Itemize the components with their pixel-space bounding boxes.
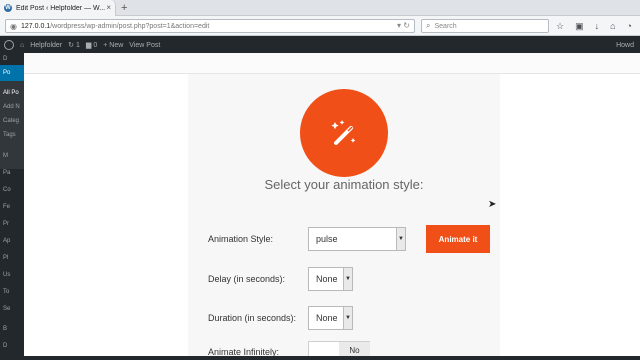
chat-icon[interactable]: ◔	[627, 20, 632, 32]
overlay-header-strip	[24, 53, 640, 74]
sidebar-item-users[interactable]: Us	[3, 272, 10, 278]
address-bar[interactable]: ◉ 127.0.0.1/wordpress/wp-admin/post.php?…	[5, 19, 415, 33]
sidebar-item-media[interactable]: M	[3, 153, 8, 159]
sidebar-item-plugins[interactable]: Pl	[3, 255, 8, 261]
delay-value: None	[316, 274, 338, 284]
browser-tab-bar: W Edit Post ‹ Helpfolder — W... × +	[0, 0, 640, 16]
animation-style-value: pulse	[316, 234, 338, 244]
search-field[interactable]: ⌕ Search	[421, 19, 549, 33]
magic-wand-icon	[331, 120, 356, 145]
delay-select[interactable]: None ▼	[308, 267, 353, 291]
sidebar-item-dashboard[interactable]: D	[3, 56, 7, 62]
duration-select[interactable]: None ▼	[308, 306, 353, 330]
updates-count: 1	[76, 41, 80, 49]
view-post-link[interactable]: View Post	[129, 42, 160, 49]
download-icon[interactable]: ↓	[595, 20, 600, 32]
sidebar-item-posts[interactable]: Po	[3, 70, 10, 76]
home-icon: ⌂	[20, 41, 25, 49]
mouse-cursor-icon: ➤	[488, 199, 497, 210]
sidebar-item-add-new[interactable]: Add N	[3, 104, 20, 110]
chevron-down-icon: ▼	[343, 268, 352, 290]
animation-style-label: Animation Style:	[208, 234, 274, 244]
browser-toolbar: ☆ ▣ ↓ ⌂ ◔ ≡	[556, 20, 640, 32]
howdy-user-menu[interactable]: Howd	[616, 42, 634, 49]
search-icon: ⌕	[426, 21, 431, 30]
updates-icon[interactable]: ↻	[68, 41, 74, 49]
site-name-link[interactable]: Helpfolder	[30, 42, 62, 49]
tab-close-icon[interactable]: ×	[106, 3, 111, 12]
home-icon[interactable]: ⌂	[610, 20, 615, 32]
sidebar-item-b[interactable]: B	[3, 326, 7, 332]
sidebar-item-tags[interactable]: Tags	[3, 132, 16, 138]
browser-tab[interactable]: W Edit Post ‹ Helpfolder — W... ×	[0, 0, 116, 16]
wordpress-logo-icon[interactable]	[4, 40, 14, 50]
chevron-down-icon: ▼	[343, 307, 352, 329]
search-placeholder: Search	[434, 22, 457, 30]
tab-title: Edit Post ‹ Helpfolder — W...	[16, 4, 106, 12]
browser-nav-bar: ◉ 127.0.0.1/wordpress/wp-admin/post.php?…	[0, 16, 640, 36]
duration-value: None	[316, 313, 338, 323]
sidebar-item-tools[interactable]: To	[3, 289, 9, 295]
reload-icon[interactable]: ▾ ↻	[397, 21, 410, 30]
sidebar-item-feedback[interactable]: Fe	[3, 204, 10, 210]
animation-style-select[interactable]: pulse ▼	[308, 227, 406, 251]
animation-panel: Select your animation style: Animation S…	[188, 74, 500, 359]
animation-heading: Select your animation style:	[264, 177, 424, 192]
animate-it-button[interactable]: Animate it	[426, 225, 490, 253]
new-content-link[interactable]: + New	[103, 42, 123, 49]
sidebar-item-settings[interactable]: Se	[3, 306, 10, 312]
wp-admin-sidebar: D Po All Po Add N Categ Tags M Pa Co Fe …	[0, 53, 24, 360]
sidebar-item-categories[interactable]: Categ	[3, 118, 19, 124]
wordpress-favicon-icon: W	[4, 4, 12, 12]
address-url: 127.0.0.1/wordpress/wp-admin/post.php?po…	[21, 23, 209, 30]
globe-icon: ◉	[10, 21, 17, 31]
bookmarks-icon[interactable]: ▣	[575, 20, 584, 32]
bottom-edge	[24, 356, 640, 360]
sidebar-item-comments[interactable]: Co	[3, 187, 11, 193]
sidebar-item-appearance[interactable]: Ap	[3, 238, 10, 244]
animation-overlay: Select your animation style: Animation S…	[24, 53, 640, 359]
duration-label: Duration (in seconds):	[208, 313, 297, 323]
sidebar-item-profile[interactable]: Pr	[3, 221, 9, 227]
star-icon[interactable]: ☆	[556, 20, 564, 32]
sidebar-item-d[interactable]: D	[3, 343, 7, 349]
comments-count: 0	[93, 41, 98, 49]
url-path: /wordpress/wp-admin/post.php?post=1&acti…	[50, 22, 210, 30]
sidebar-item-pages[interactable]: Pa	[3, 170, 10, 176]
wp-admin-bar: ⌂ Helpfolder ↻ 1 ▆ 0 + New View Post How…	[0, 37, 640, 53]
url-host: 127.0.0.1	[20, 22, 51, 30]
sidebar-item-all-posts[interactable]: All Po	[3, 90, 19, 96]
delay-label: Delay (in seconds):	[208, 274, 286, 284]
new-tab-button[interactable]: +	[121, 1, 127, 15]
chevron-down-icon: ▼	[396, 228, 405, 250]
comments-icon[interactable]: ▆	[86, 41, 91, 49]
magic-wand-badge	[300, 89, 388, 177]
